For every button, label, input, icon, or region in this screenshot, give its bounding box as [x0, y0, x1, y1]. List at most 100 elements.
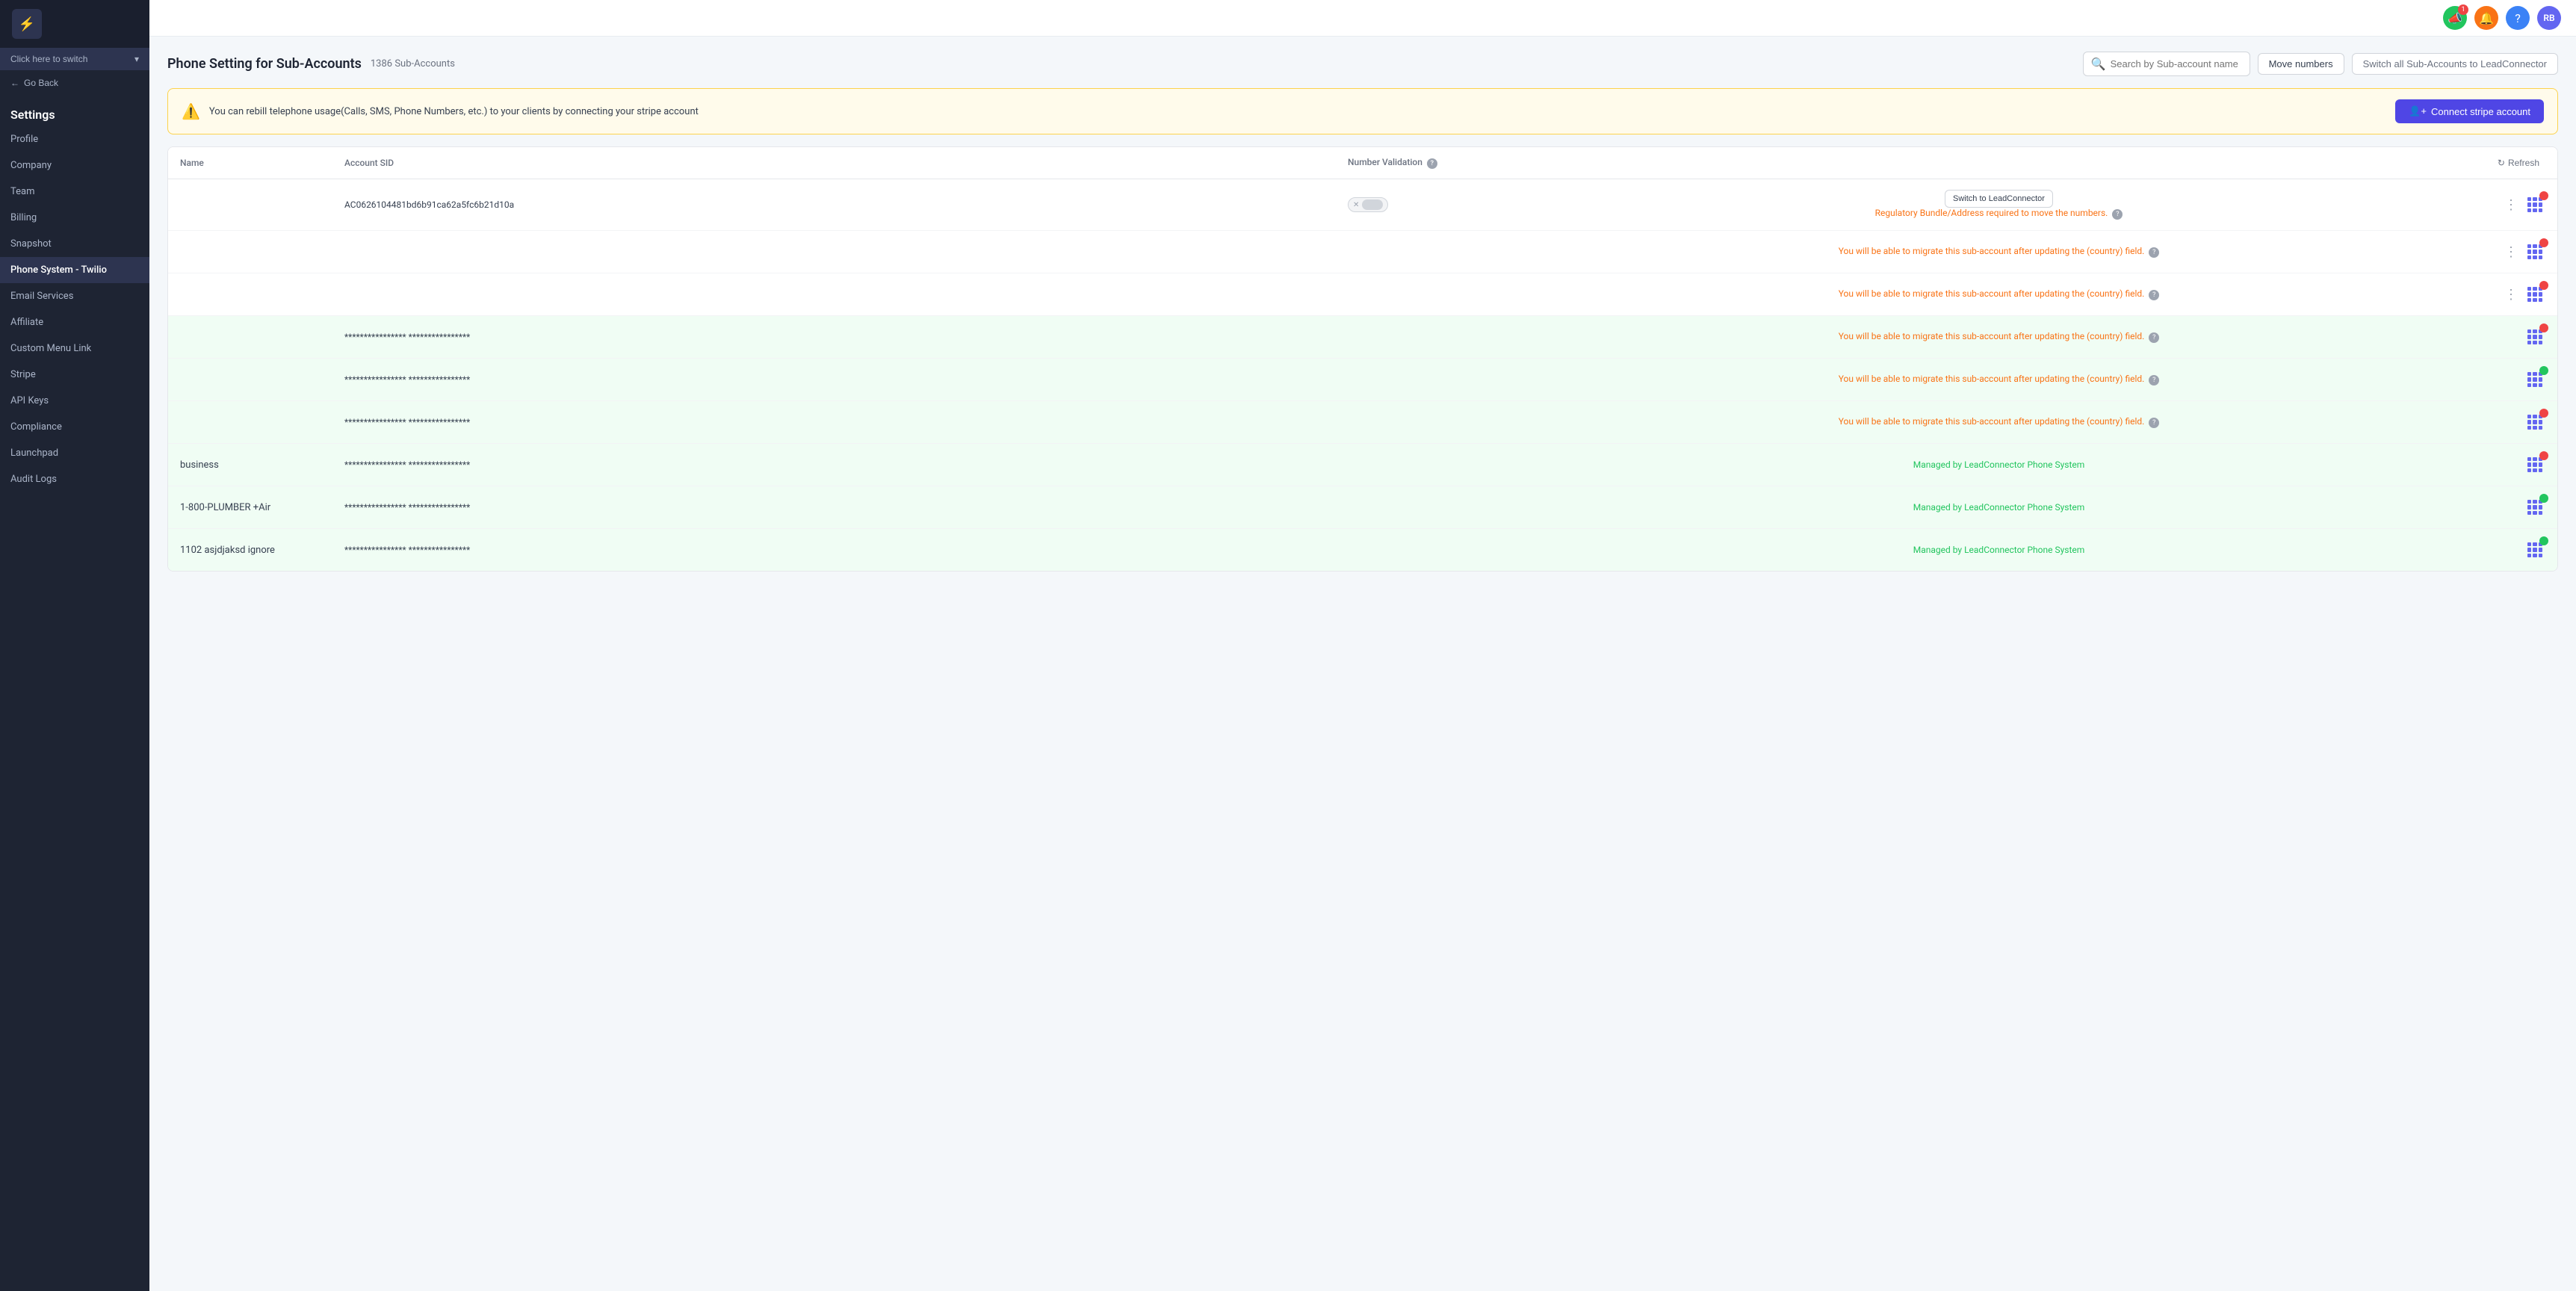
- table-header: Name Account SID Number Validation ? ↻ R…: [168, 147, 2557, 179]
- refresh-button[interactable]: ↻ Refresh: [2492, 155, 2545, 171]
- search-icon: 🔍: [2091, 57, 2106, 71]
- megaphone-icon[interactable]: 📣 1: [2443, 6, 2467, 30]
- grid-dot: [2533, 377, 2536, 381]
- sidebar-item-email-services[interactable]: Email Services: [0, 283, 149, 309]
- grid-dot: [2539, 341, 2542, 344]
- sidebar-item-profile[interactable]: Profile: [0, 126, 149, 152]
- grid-apps-icon[interactable]: [2524, 454, 2545, 475]
- grid-dot: [2527, 554, 2531, 557]
- row-name: business: [180, 459, 344, 471]
- sidebar-item-team[interactable]: Team: [0, 179, 149, 205]
- row-status: Switch to LeadConnectorRegulatory Bundle…: [1497, 190, 2501, 220]
- status-help-icon[interactable]: ?: [2112, 209, 2123, 220]
- search-input[interactable]: [2111, 58, 2242, 69]
- sidebar-item-api-keys[interactable]: API Keys: [0, 388, 149, 414]
- grid-dot: [2527, 244, 2531, 248]
- grid-dot: [2527, 256, 2531, 259]
- sidebar-item-audit-logs[interactable]: Audit Logs: [0, 466, 149, 492]
- grid-apps-icon[interactable]: [2524, 412, 2545, 433]
- grid-dot: [2533, 415, 2536, 418]
- grid-dot: [2533, 511, 2536, 515]
- grid-dot: [2539, 208, 2542, 212]
- table-row: 1102 asjdjaksd ignore**************** **…: [168, 529, 2557, 571]
- go-back-button[interactable]: ← Go Back: [0, 70, 149, 96]
- row-status: You will be able to migrate this sub-acc…: [1497, 246, 2501, 258]
- grid-dot: [2527, 511, 2531, 515]
- more-options-icon[interactable]: ⋮: [2504, 197, 2518, 213]
- error-badge: [2539, 238, 2548, 247]
- row-status: Managed by LeadConnector Phone System: [1497, 459, 2501, 470]
- grid-dot: [2527, 329, 2531, 333]
- col-name-header: Name: [180, 158, 344, 168]
- grid-dot: [2539, 426, 2542, 430]
- more-options-icon[interactable]: ⋮: [2504, 287, 2518, 303]
- grid-dot: [2539, 383, 2542, 387]
- number-validation-toggle[interactable]: ✕: [1348, 197, 1388, 212]
- more-options-icon[interactable]: ⋮: [2504, 244, 2518, 260]
- table-row: AC0626104481bd6b91ca62a5fc6b21d10a✕Switc…: [168, 179, 2557, 231]
- connected-badge: [2539, 494, 2548, 503]
- row-status-text: Managed by LeadConnector Phone System: [1497, 502, 2501, 513]
- grid-dot: [2533, 244, 2536, 248]
- bell-icon[interactable]: 🔔: [2474, 6, 2498, 30]
- grid-apps-icon[interactable]: [2524, 284, 2545, 305]
- grid-apps-icon[interactable]: [2524, 497, 2545, 518]
- table-body: AC0626104481bd6b91ca62a5fc6b21d10a✕Switc…: [168, 179, 2557, 571]
- row-status-text: You will be able to migrate this sub-acc…: [1497, 374, 2501, 386]
- grid-dot: [2533, 548, 2536, 551]
- grid-apps-icon[interactable]: [2524, 326, 2545, 347]
- avatar[interactable]: RB: [2537, 6, 2561, 30]
- sidebar-item-stripe[interactable]: Stripe: [0, 362, 149, 388]
- grid-apps-icon[interactable]: [2524, 194, 2545, 215]
- sidebar-item-affiliate[interactable]: Affiliate: [0, 309, 149, 335]
- error-badge: [2539, 323, 2548, 332]
- grid-dot: [2539, 377, 2542, 381]
- validation-help-icon[interactable]: ?: [1427, 158, 1437, 169]
- grid-apps-icon[interactable]: [2524, 539, 2545, 560]
- sidebar-item-custom-menu[interactable]: Custom Menu Link: [0, 335, 149, 362]
- refresh-icon: ↻: [2498, 158, 2505, 168]
- col-sid-header: Account SID: [344, 158, 1348, 168]
- topbar: 📣 1 🔔 ? RB: [149, 0, 2576, 37]
- search-box: 🔍: [2083, 52, 2250, 76]
- grid-dot: [2533, 426, 2536, 430]
- status-help-icon[interactable]: ?: [2149, 332, 2159, 343]
- sidebar-item-compliance[interactable]: Compliance: [0, 414, 149, 440]
- move-numbers-button[interactable]: Move numbers: [2258, 53, 2344, 75]
- row-status: You will be able to migrate this sub-acc…: [1497, 416, 2501, 428]
- grid-dot: [2539, 202, 2542, 206]
- switch-button[interactable]: Click here to switch ▾: [0, 48, 149, 70]
- help-icon[interactable]: ?: [2506, 6, 2530, 30]
- row-name: 1102 asjdjaksd ignore: [180, 545, 344, 556]
- sidebar-item-company[interactable]: Company: [0, 152, 149, 179]
- page-content: Phone Setting for Sub-Accounts 1386 Sub-…: [149, 37, 2576, 1291]
- connect-stripe-button[interactable]: 👤+ Connect stripe account: [2395, 99, 2544, 123]
- grid-dot: [2533, 287, 2536, 291]
- page-title: Phone Setting for Sub-Accounts: [167, 56, 362, 72]
- grid-dot: [2533, 341, 2536, 344]
- status-help-icon[interactable]: ?: [2149, 418, 2159, 428]
- switch-to-lc-button[interactable]: Switch to LeadConnector: [1945, 190, 2053, 208]
- sidebar-item-billing[interactable]: Billing: [0, 205, 149, 231]
- grid-dot: [2527, 542, 2531, 546]
- status-help-icon[interactable]: ?: [2149, 247, 2159, 258]
- table-row: You will be able to migrate this sub-acc…: [168, 231, 2557, 273]
- sidebar-item-launchpad[interactable]: Launchpad: [0, 440, 149, 466]
- grid-dot: [2533, 298, 2536, 302]
- grid-dot: [2527, 202, 2531, 206]
- status-help-icon[interactable]: ?: [2149, 290, 2159, 300]
- row-actions: [2501, 412, 2545, 433]
- grid-dot: [2527, 420, 2531, 424]
- row-status-text: You will be able to migrate this sub-acc…: [1497, 288, 2501, 300]
- status-help-icon[interactable]: ?: [2149, 375, 2159, 386]
- sidebar-item-phone-system[interactable]: Phone System - Twilio: [0, 257, 149, 283]
- grid-dot: [2527, 468, 2531, 472]
- grid-apps-icon[interactable]: [2524, 241, 2545, 262]
- switch-all-button[interactable]: Switch all Sub-Accounts to LeadConnector: [2352, 53, 2558, 75]
- grid-dot: [2527, 372, 2531, 376]
- row-account-sid: **************** ****************: [344, 459, 1348, 470]
- grid-dot: [2539, 420, 2542, 424]
- grid-apps-icon[interactable]: [2524, 369, 2545, 390]
- sidebar-item-snapshot[interactable]: Snapshot: [0, 231, 149, 257]
- grid-dot: [2527, 383, 2531, 387]
